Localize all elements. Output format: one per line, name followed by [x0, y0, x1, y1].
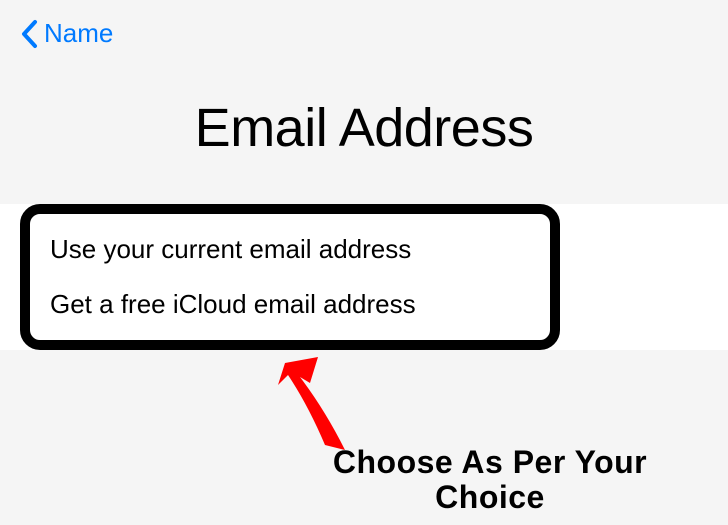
nav-bar: Name	[0, 0, 728, 67]
page-title: Email Address	[0, 97, 728, 159]
options-box: Use your current email address Get a fre…	[20, 204, 560, 350]
annotation-text-line2: Choice	[260, 480, 720, 515]
option-use-current-email[interactable]: Use your current email address	[30, 222, 550, 277]
option-get-icloud-email[interactable]: Get a free iCloud email address	[30, 277, 550, 332]
options-container: Use your current email address Get a fre…	[0, 204, 728, 350]
arrow-icon	[250, 355, 380, 465]
back-button[interactable]: Name	[20, 18, 113, 49]
chevron-left-icon	[20, 19, 38, 49]
annotation: Choose As Per Your Choice	[260, 445, 720, 515]
back-label: Name	[44, 18, 113, 49]
